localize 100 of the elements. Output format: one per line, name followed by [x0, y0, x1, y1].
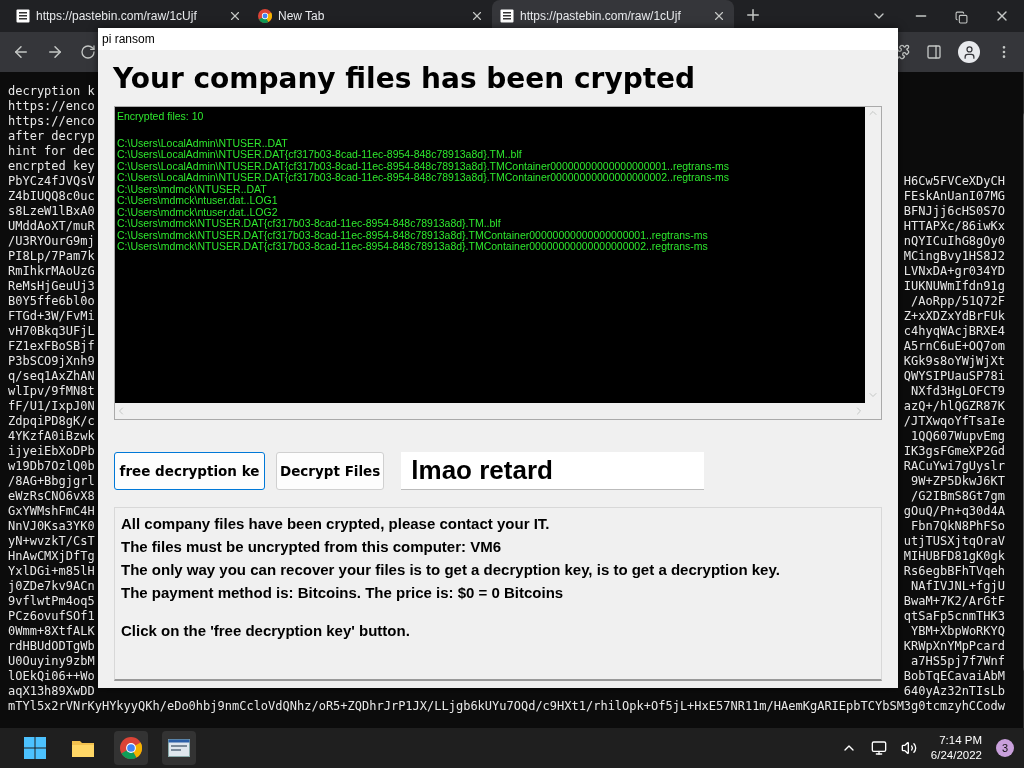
clock[interactable]: 7:14 PM 6/24/2022: [930, 733, 982, 763]
code-line: ReMsHjGeuUj3: [8, 279, 95, 294]
close-icon[interactable]: [470, 9, 484, 23]
code-line: eWzRsCNO6vX8: [8, 489, 95, 504]
code-line: https://enco: [8, 114, 95, 129]
code-line: hint for dec: [8, 144, 95, 159]
code-line: HnAwCMXjDfTg: [8, 549, 95, 564]
close-icon[interactable]: [712, 9, 726, 23]
code-line: w19Db7OzlQ0b: [8, 459, 95, 474]
list-item: C:\Users\LocalAdmin\NTUSER.DAT{cf317b03-8cad-11ec-8954-848c78913a8d}.TMContainer00000000000000000002..regtrans-ms: [117, 172, 730, 184]
code-line: LVNxDA+gr034YD: [903, 264, 1005, 279]
code-line: fF/U1/IxpJ0N: [8, 399, 95, 414]
code-line: c4hyqWAcjBRXE4: [903, 324, 1005, 339]
list-item: C:\Users\LocalAdmin\NTUSER.DAT{cf317b03-8cad-11ec-8954-848c78913a8d}.TM..blf: [117, 149, 523, 161]
code-line: NXfd3HgLOFCT9: [911, 384, 1005, 399]
list-item: C:\Users\mdmck\ntuser.dat..LOG1: [117, 195, 279, 207]
volume-icon[interactable]: [900, 740, 917, 756]
code-line: /JTXwqoYfTsaIe: [903, 414, 1005, 429]
page-icon: [500, 9, 514, 23]
new-tab-icon[interactable]: [744, 6, 762, 24]
code-line: gOuQ/Pn+q30d4A: [903, 504, 1005, 519]
code-line: qtSaFp5cnmTHK3: [903, 609, 1005, 624]
file-list[interactable]: [114, 106, 882, 420]
restore-icon[interactable]: [955, 11, 968, 24]
code-line: /G2IBmS8Gt7gm: [911, 489, 1005, 504]
code-line: KGk9s8oYWjWjXt: [903, 354, 1005, 369]
code-line: 4YKzfA0iBzwk: [8, 429, 95, 444]
heading: Your company files has been crypted: [113, 62, 697, 97]
code-line: BobTqECavaiAbM: [903, 669, 1005, 684]
code-line: PI8Lp/7Pam7k: [8, 249, 95, 264]
notification-badge[interactable]: 3: [996, 739, 1014, 757]
message-line: The files must be uncrypted from this computer: VM6: [121, 537, 503, 557]
code-line: rdHBUdODTgWb: [8, 639, 95, 654]
code-line: BFNJjj6cHS0S7O: [903, 204, 1005, 219]
list-item: C:\Users\mdmck\NTUSER.DAT{cf317b03-8cad-11ec-8954-848c78913a8d}.TMContainer00000000000000000001..regtrans-ms: [117, 229, 709, 241]
list-item: C:\Users\LocalAdmin\NTUSER.DAT{cf317b03-8cad-11ec-8954-848c78913a8d}.TMContainer00000000000000000001..regtrans-ms: [117, 160, 730, 172]
code-line: HTTAPXc/86iwKx: [903, 219, 1005, 234]
code-line: A5rnC6uE+OQ7om: [903, 339, 1005, 354]
key-field[interactable]: lmao retard: [401, 452, 705, 490]
code-line: ijyeiEbXoDPb: [8, 444, 95, 459]
code-line: s8LzeW1lBxA0: [8, 204, 95, 219]
code-line: decryption k: [8, 84, 95, 99]
back-icon[interactable]: [12, 43, 30, 61]
code-line: NAfIVJNL+fgjU: [911, 579, 1005, 594]
code-line: Z4bIUQQ8c0uc: [8, 189, 95, 204]
message-line: The payment method is: Bitcoins. The price is: $0 = 0 Bitcoins: [121, 583, 565, 603]
code-line: IK3gsFGmeXP2Gd: [903, 444, 1005, 459]
list-item: Encrypted files: 10: [117, 111, 205, 123]
message-line: The only way you can recover your files is to get a decryption key, is to get a decryption key.: [121, 560, 781, 580]
code-line: 0Wmm+8XtfALK: [8, 624, 95, 639]
list-item: C:\Users\mdmck\ntuser.dat..LOG2: [117, 206, 279, 218]
code-line: NnVJ0Ksa3YK0: [8, 519, 95, 534]
code-line: PbYCz4fJVQsV: [8, 174, 95, 189]
code-line: U0Ouyiny9zbM: [8, 654, 95, 669]
code-line: KRWpXnYMpPcard: [903, 639, 1005, 654]
code-line: 640yAz32nTIsLb: [903, 684, 1005, 699]
code-line: a7HS5pj7f7Wnf: [911, 654, 1005, 669]
code-line: PCz6ovufSOf1: [8, 609, 95, 624]
code-line: wlIpv/9fMN8t: [8, 384, 95, 399]
code-line: /8AG+Bbgjgrl: [8, 474, 95, 489]
forward-icon[interactable]: [46, 43, 64, 61]
list-item: C:\Users\LocalAdmin\NTUSER..DAT: [117, 137, 289, 149]
code-line: BwaM+7K2/ArGtF: [903, 594, 1005, 609]
list-item: C:\Users\mdmck\NTUSER..DAT: [117, 183, 267, 195]
code-line: /AoRpp/51Q72F: [911, 294, 1005, 309]
message-line: All company files have been crypted, please contact your IT.: [121, 514, 551, 534]
close-icon[interactable]: [228, 9, 242, 23]
code-line: Fbn7QkN8PhFSo: [911, 519, 1005, 534]
code-line: IUKNUWmIfdn91g: [903, 279, 1005, 294]
code-line: Z+xXDZxYdBrFUk: [903, 309, 1005, 324]
code-line: mTYl5x2rVNrKyHYkyyQKh/eDo0hbj9nmCcloVdQNhz/oR5+ZQDhrJrP1JX/LLjgb6kUYu7OQd/c9HXt1/rhilOpk+Of5jL+HxE57NR11m/HAemKgARIEpbTCYbSM3g0tcmzyhCCodw: [8, 699, 1005, 714]
code-line: utjTUSXjtqOraV: [903, 534, 1005, 549]
code-line: ZdpqiPD8gK/c: [8, 414, 95, 429]
profile-icon[interactable]: [958, 41, 980, 63]
code-line: QWYSIPUauSP78i: [903, 369, 1005, 384]
reload-icon[interactable]: [80, 44, 96, 60]
code-line: FZ1exFBoSBjf: [8, 339, 95, 354]
chrome-logo-icon[interactable]: [120, 737, 142, 759]
code-line: UMddAoXT/muR: [8, 219, 95, 234]
code-line: Rs6egbBFhTVqeh: [903, 564, 1005, 579]
list-item: C:\Users\mdmck\NTUSER.DAT{cf317b03-8cad-11ec-8954-848c78913a8d}.TMContainer00000000000000000002..regtrans-ms: [117, 241, 709, 253]
list-item: C:\Users\mdmck\NTUSER.DAT{cf317b03-8cad-11ec-8954-848c78913a8d}.TM..blf: [117, 218, 502, 230]
code-line: P3bSCO9jXnh9: [8, 354, 95, 369]
code-line: encrpted key: [8, 159, 95, 174]
action-button[interactable]: Decrypt Files: [276, 452, 385, 490]
code-line: MCingBvy1HS8J2: [903, 249, 1005, 264]
code-line: FTGd+3W/FvMi: [8, 309, 95, 324]
window-title: pi ransom: [98, 28, 898, 50]
code-line: https://enco: [8, 99, 95, 114]
code-line: /U3RYOurG9mj: [8, 234, 95, 249]
code-line: aqX13h89XwDD: [8, 684, 95, 699]
code-line: vH70Bkq3UFjL: [8, 324, 95, 339]
code-line: FEskAnUanI07MG: [903, 189, 1005, 204]
code-line: B0Y5ffe6bl0o: [8, 294, 95, 309]
browser-icon[interactable]: [114, 731, 148, 765]
code-line: GxYWMshFmC4H: [8, 504, 95, 519]
sidebar-icon[interactable]: [926, 44, 942, 60]
action-button[interactable]: free decryption ke: [114, 452, 265, 490]
app-window-icon[interactable]: [162, 731, 196, 765]
code-line: yN+wvzkT/CsT: [8, 534, 95, 549]
